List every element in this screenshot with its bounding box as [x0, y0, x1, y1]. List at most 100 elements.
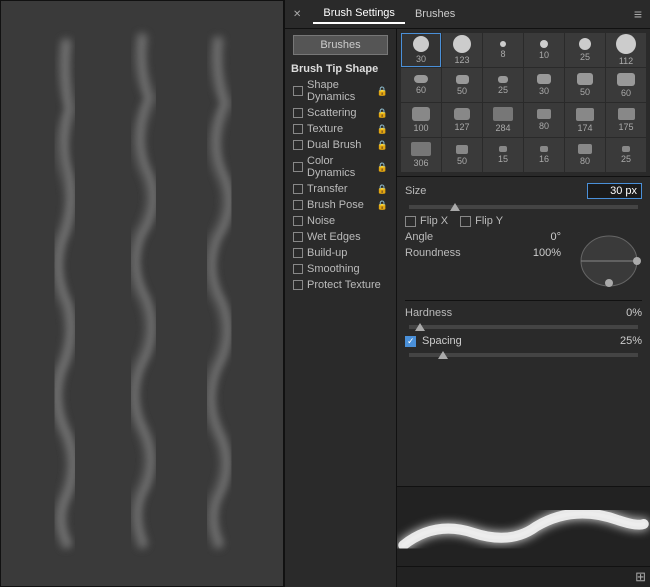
size-row: Size — [405, 183, 642, 199]
angle-value: 0° — [550, 231, 561, 243]
brush-preset-20[interactable]: 15 — [483, 138, 523, 172]
checkbox-transfer[interactable] — [293, 184, 303, 194]
menu-item-color-dynamics[interactable]: Color Dynamics 🔒 — [285, 153, 396, 181]
brush-preset-10[interactable]: 50 — [565, 68, 605, 102]
checkbox-wet-edges[interactable] — [293, 232, 303, 242]
menu-items-list: Brush Tip Shape Shape Dynamics 🔒 Scatter… — [285, 61, 396, 587]
spacing-slider-thumb[interactable] — [438, 351, 448, 359]
menu-item-label: Brush Tip Shape — [291, 63, 378, 75]
flip-x-label[interactable]: Flip X — [405, 215, 448, 227]
menu-item-label: Wet Edges — [307, 231, 361, 243]
spacing-checkbox[interactable] — [405, 336, 416, 347]
panel-menu-icon[interactable]: ≡ — [634, 6, 642, 22]
hardness-label: Hardness — [405, 307, 475, 319]
tab-brush-settings[interactable]: Brush Settings — [313, 4, 405, 24]
checkbox-brush-pose[interactable] — [293, 200, 303, 210]
menu-item-protect-texture[interactable]: Protect Texture — [285, 277, 396, 293]
size-slider-thumb[interactable] — [450, 203, 460, 211]
brush-preset-16[interactable]: 174 — [565, 103, 605, 137]
checkbox-build-up[interactable] — [293, 248, 303, 258]
panel-body: Brushes Brush Tip Shape Shape Dynamics 🔒… — [285, 29, 650, 587]
roundness-row: Roundness 100% — [405, 247, 561, 259]
brush-preset-13[interactable]: 127 — [442, 103, 482, 137]
brush-presets-grid: 30 123 8 10 25 — [397, 29, 650, 177]
menu-item-brush-pose[interactable]: Brush Pose 🔒 — [285, 197, 396, 213]
menu-item-build-up[interactable]: Build-up — [285, 245, 396, 261]
spacing-slider-container — [405, 351, 642, 359]
roundness-value: 100% — [533, 247, 561, 259]
checkbox-smoothing[interactable] — [293, 264, 303, 274]
roundness-label: Roundness — [405, 247, 475, 259]
brush-preset-0[interactable]: 30 — [401, 33, 441, 67]
brush-preset-22[interactable]: 80 — [565, 138, 605, 172]
menu-item-label: Brush Pose — [307, 199, 364, 211]
flip-y-text: Flip Y — [475, 215, 503, 227]
checkbox-noise[interactable] — [293, 216, 303, 226]
brush-preset-3[interactable]: 10 — [524, 33, 564, 67]
size-slider-container — [405, 203, 642, 211]
menu-item-smoothing[interactable]: Smoothing — [285, 261, 396, 277]
brush-preset-11[interactable]: 60 — [606, 68, 646, 102]
brush-preset-9[interactable]: 30 — [524, 68, 564, 102]
angle-diagram[interactable] — [577, 231, 642, 294]
flip-y-checkbox[interactable] — [460, 216, 471, 227]
lock-icon: 🔒 — [377, 162, 388, 173]
menu-item-scattering[interactable]: Scattering 🔒 — [285, 105, 396, 121]
brush-preset-2[interactable]: 8 — [483, 33, 523, 67]
canvas-area — [0, 0, 284, 587]
flip-y-label[interactable]: Flip Y — [460, 215, 503, 227]
checkbox-dual-brush[interactable] — [293, 140, 303, 150]
hardness-slider-thumb[interactable] — [415, 323, 425, 331]
spacing-value: 25% — [620, 335, 642, 347]
brush-preset-23[interactable]: 25 — [606, 138, 646, 172]
lock-icon: 🔒 — [377, 124, 388, 135]
lock-icon: 🔒 — [377, 184, 388, 195]
menu-item-texture[interactable]: Texture 🔒 — [285, 121, 396, 137]
brush-preset-15[interactable]: 80 — [524, 103, 564, 137]
add-brush-icon[interactable]: ⊞ — [635, 569, 646, 585]
spacing-label: Spacing — [422, 335, 462, 347]
menu-item-label: Protect Texture — [307, 279, 381, 291]
menu-item-transfer[interactable]: Transfer 🔒 — [285, 181, 396, 197]
hardness-slider-container — [405, 323, 642, 331]
brush-preset-7[interactable]: 50 — [442, 68, 482, 102]
brush-preset-19[interactable]: 50 — [442, 138, 482, 172]
brush-preset-14[interactable]: 284 — [483, 103, 523, 137]
angle-label: Angle — [405, 231, 475, 243]
menu-item-dual-brush[interactable]: Dual Brush 🔒 — [285, 137, 396, 153]
checkbox-texture[interactable] — [293, 124, 303, 134]
brush-preset-8[interactable]: 25 — [483, 68, 523, 102]
brush-preset-1[interactable]: 123 — [442, 33, 482, 67]
brushes-button[interactable]: Brushes — [293, 35, 388, 55]
flip-x-checkbox[interactable] — [405, 216, 416, 227]
tab-brushes[interactable]: Brushes — [405, 4, 465, 24]
brush-preset-12[interactable]: 100 — [401, 103, 441, 137]
flip-row: Flip X Flip Y — [405, 215, 642, 227]
checkbox-scattering[interactable] — [293, 108, 303, 118]
menu-item-label: Smoothing — [307, 263, 360, 275]
brush-preset-17[interactable]: 175 — [606, 103, 646, 137]
left-sidebar: Brushes Brush Tip Shape Shape Dynamics 🔒… — [285, 29, 397, 587]
menu-item-shape-dynamics[interactable]: Shape Dynamics 🔒 — [285, 77, 396, 105]
checkbox-protect-texture[interactable] — [293, 280, 303, 290]
brush-preset-18[interactable]: 306 — [401, 138, 441, 172]
brush-preset-21[interactable]: 16 — [524, 138, 564, 172]
close-icon[interactable]: ✕ — [293, 9, 301, 20]
brush-preview-area — [397, 486, 650, 566]
angle-roundness-area: Angle 0° Roundness 100% — [405, 231, 642, 294]
brush-preset-6[interactable]: 60 — [401, 68, 441, 102]
flip-x-text: Flip X — [420, 215, 448, 227]
checkbox-shape-dynamics[interactable] — [293, 86, 303, 96]
brush-preset-5[interactable]: 112 — [606, 33, 646, 67]
menu-item-label: Shape Dynamics — [307, 79, 373, 103]
size-slider-track[interactable] — [409, 205, 638, 209]
hardness-slider-track[interactable] — [409, 325, 638, 329]
size-input[interactable] — [587, 183, 642, 199]
menu-item-wet-edges[interactable]: Wet Edges — [285, 229, 396, 245]
brush-preset-4[interactable]: 25 — [565, 33, 605, 67]
checkbox-color-dynamics[interactable] — [293, 162, 303, 172]
spacing-slider-track[interactable] — [409, 353, 638, 357]
menu-item-brush-tip-shape[interactable]: Brush Tip Shape — [285, 61, 396, 77]
panel-tabs: Brush Settings Brushes — [313, 4, 465, 24]
menu-item-noise[interactable]: Noise — [285, 213, 396, 229]
